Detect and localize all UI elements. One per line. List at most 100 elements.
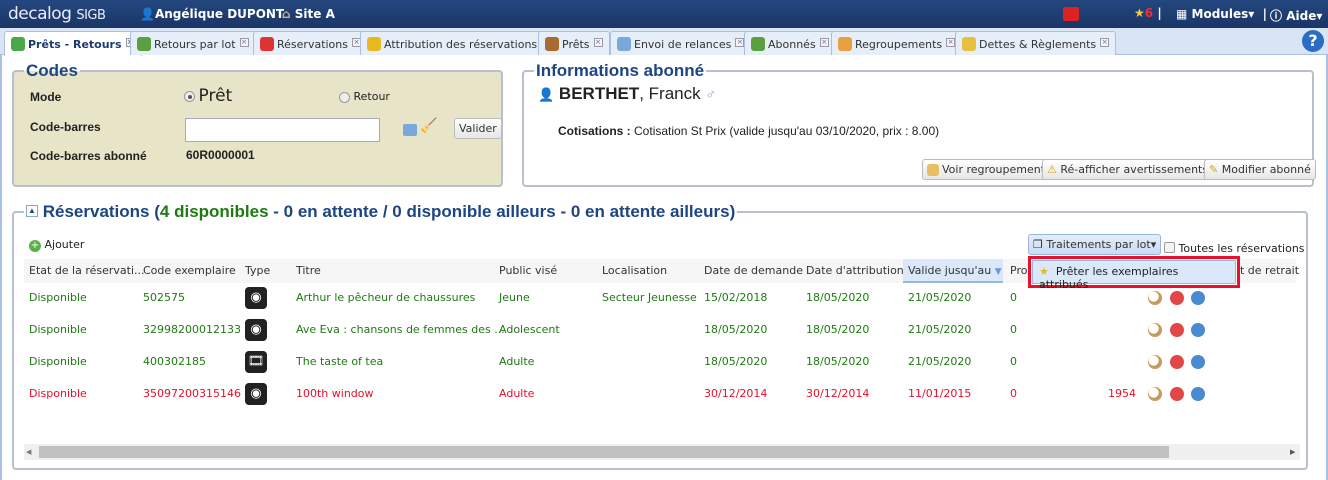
search-icon[interactable] xyxy=(1148,291,1162,305)
cell-attribution: 18/05/2020 xyxy=(806,355,870,368)
alarm-clock-icon[interactable] xyxy=(1191,387,1205,401)
column-header[interactable]: Date d'attribution xyxy=(806,259,904,283)
search-icon[interactable] xyxy=(1148,323,1162,337)
tab-8[interactable]: Dettes & Règlements × xyxy=(955,31,1117,55)
barcode-input[interactable] xyxy=(185,118,380,142)
column-header[interactable]: Date de demande xyxy=(704,259,803,283)
logout-icon[interactable] xyxy=(1063,7,1079,21)
cell-public: Adulte xyxy=(499,387,535,400)
add-button[interactable]: + Ajouter xyxy=(29,238,84,252)
column-header[interactable]: t de retrait xyxy=(1240,259,1299,283)
cell-public: Adulte xyxy=(499,355,535,368)
tab-icon xyxy=(137,37,151,51)
close-tab-icon[interactable]: × xyxy=(593,38,603,47)
tab-6[interactable]: Abonnés × xyxy=(744,31,836,55)
add-card-icon[interactable] xyxy=(403,124,417,136)
film-icon: 🎞 xyxy=(245,351,267,373)
tab-0[interactable]: Prêts - Retours× xyxy=(4,31,142,56)
scrollbar-thumb[interactable] xyxy=(39,446,1169,458)
voir-regroupement-button[interactable]: Voir regroupement xyxy=(922,159,1051,180)
column-header[interactable]: Etat de la réservati... xyxy=(29,259,145,283)
cell-pro: 0 xyxy=(1010,387,1017,400)
tab-2[interactable]: Réservations × xyxy=(253,31,368,55)
grid-icon: ▦ xyxy=(1176,7,1188,21)
close-tab-icon[interactable]: × xyxy=(819,38,829,47)
close-tab-icon[interactable]: × xyxy=(735,38,745,47)
search-icon[interactable] xyxy=(1148,355,1162,369)
user-link[interactable]: 👤Angélique DUPONT xyxy=(140,7,284,21)
patron-name: 👤 BERTHET, Franck ♂ xyxy=(538,84,716,103)
cell-pro: 0 xyxy=(1010,323,1017,336)
cancel-icon[interactable] xyxy=(1170,291,1184,305)
logo: decalog SIGB xyxy=(8,4,106,24)
star-arrow-icon: ★ xyxy=(1039,265,1049,278)
broom-icon[interactable]: 🧹 xyxy=(420,118,437,134)
cell-public: Jeune xyxy=(499,291,530,304)
cell-valide: 21/05/2020 xyxy=(908,291,972,304)
close-tab-icon[interactable]: × xyxy=(239,38,249,47)
tab-icon xyxy=(367,37,381,51)
alarm-clock-icon[interactable] xyxy=(1191,355,1205,369)
top-bar: decalog SIGB 👤Angélique DUPONT ⌂ Site A … xyxy=(0,0,1328,28)
radio-retour[interactable]: Retour xyxy=(339,90,390,103)
search-icon[interactable] xyxy=(1148,387,1162,401)
patron-barcode-value: 60R0000001 xyxy=(186,148,255,162)
modules-menu[interactable]: ▦ Modules▾ | xyxy=(1176,7,1267,21)
tab-7[interactable]: Regroupements × xyxy=(831,31,963,55)
music-cd-icon: ◉ xyxy=(245,287,267,309)
tab-5[interactable]: Envoi de relances × xyxy=(610,31,752,55)
tab-1[interactable]: Retours par lot × xyxy=(130,31,256,55)
collapse-icon[interactable]: ▲ xyxy=(26,205,38,217)
tab-icon xyxy=(260,37,274,51)
scroll-left-icon[interactable]: ◀ xyxy=(26,448,31,456)
menu-item-preter[interactable]: ★ Prêter les exemplaires attribués xyxy=(1032,260,1236,291)
windows-icon: ❐ xyxy=(1033,238,1043,251)
column-header[interactable]: Valide jusqu'au ▼ xyxy=(903,259,1003,283)
close-tab-icon[interactable]: × xyxy=(946,38,956,47)
site-link[interactable]: ⌂ Site A xyxy=(282,7,335,21)
cell-valide: 21/05/2020 xyxy=(908,355,972,368)
tab-label: Abonnés xyxy=(768,38,816,51)
patron-barcode-label: Code-barres abonné xyxy=(30,149,147,163)
column-header[interactable]: Localisation xyxy=(602,259,667,283)
cell-attribution: 18/05/2020 xyxy=(806,323,870,336)
cell-demande: 18/05/2020 xyxy=(704,323,768,336)
tab-label: Dettes & Règlements xyxy=(979,38,1097,51)
close-tab-icon[interactable]: × xyxy=(1100,38,1110,47)
info-title: Informations abonné xyxy=(534,61,707,81)
mode-label: Mode xyxy=(30,90,62,104)
modifier-abonne-button[interactable]: ✎ Modifier abonné xyxy=(1204,159,1316,180)
alarm-clock-icon[interactable] xyxy=(1191,323,1205,337)
column-header[interactable]: Type xyxy=(245,259,270,283)
column-header[interactable]: Pro xyxy=(1010,259,1027,283)
cell-code: 400302185 xyxy=(143,355,206,368)
cell-pro: 0 xyxy=(1010,355,1017,368)
validate-button[interactable]: Valider xyxy=(454,118,502,139)
column-header[interactable]: Titre xyxy=(296,259,321,283)
cell-code: 32998200012133 xyxy=(143,323,241,336)
cancel-icon[interactable] xyxy=(1170,323,1184,337)
batch-actions-button[interactable]: ❐ Traitements par lot▾ xyxy=(1028,234,1162,255)
help-menu[interactable]: ⓘ Aide▾ xyxy=(1270,7,1322,24)
column-header[interactable]: Public visé xyxy=(499,259,557,283)
reafficher-avertissements-button[interactable]: ⚠ Ré-afficher avertissements xyxy=(1042,159,1214,180)
cell-code: 35097200315146 xyxy=(143,387,241,400)
radio-pret[interactable]: Prêt xyxy=(184,86,232,106)
column-header[interactable]: Code exemplaire xyxy=(143,259,236,283)
music-cd-icon: ◉ xyxy=(245,383,267,405)
cell-demande: 30/12/2014 xyxy=(704,387,768,400)
scroll-right-icon[interactable]: ▶ xyxy=(1290,448,1295,456)
tab-3[interactable]: Attribution des réservations× xyxy=(360,31,558,55)
all-reservations-checkbox[interactable]: Toutes les réservations xyxy=(1164,242,1305,255)
notifications[interactable]: ★6 | xyxy=(1134,6,1162,20)
cancel-icon[interactable] xyxy=(1170,387,1184,401)
alarm-clock-icon[interactable] xyxy=(1191,291,1205,305)
tab-label: Regroupements xyxy=(855,38,943,51)
horizontal-scrollbar[interactable]: ◀ ▶ xyxy=(24,444,1300,460)
cell-etat: Disponible xyxy=(29,355,87,368)
cancel-icon[interactable] xyxy=(1170,355,1184,369)
tab-label: Retours par lot xyxy=(154,38,236,51)
tab-4[interactable]: Prêts × xyxy=(538,31,610,55)
help-icon[interactable]: ? xyxy=(1302,30,1324,52)
cell-public: Adolescent xyxy=(499,323,560,336)
